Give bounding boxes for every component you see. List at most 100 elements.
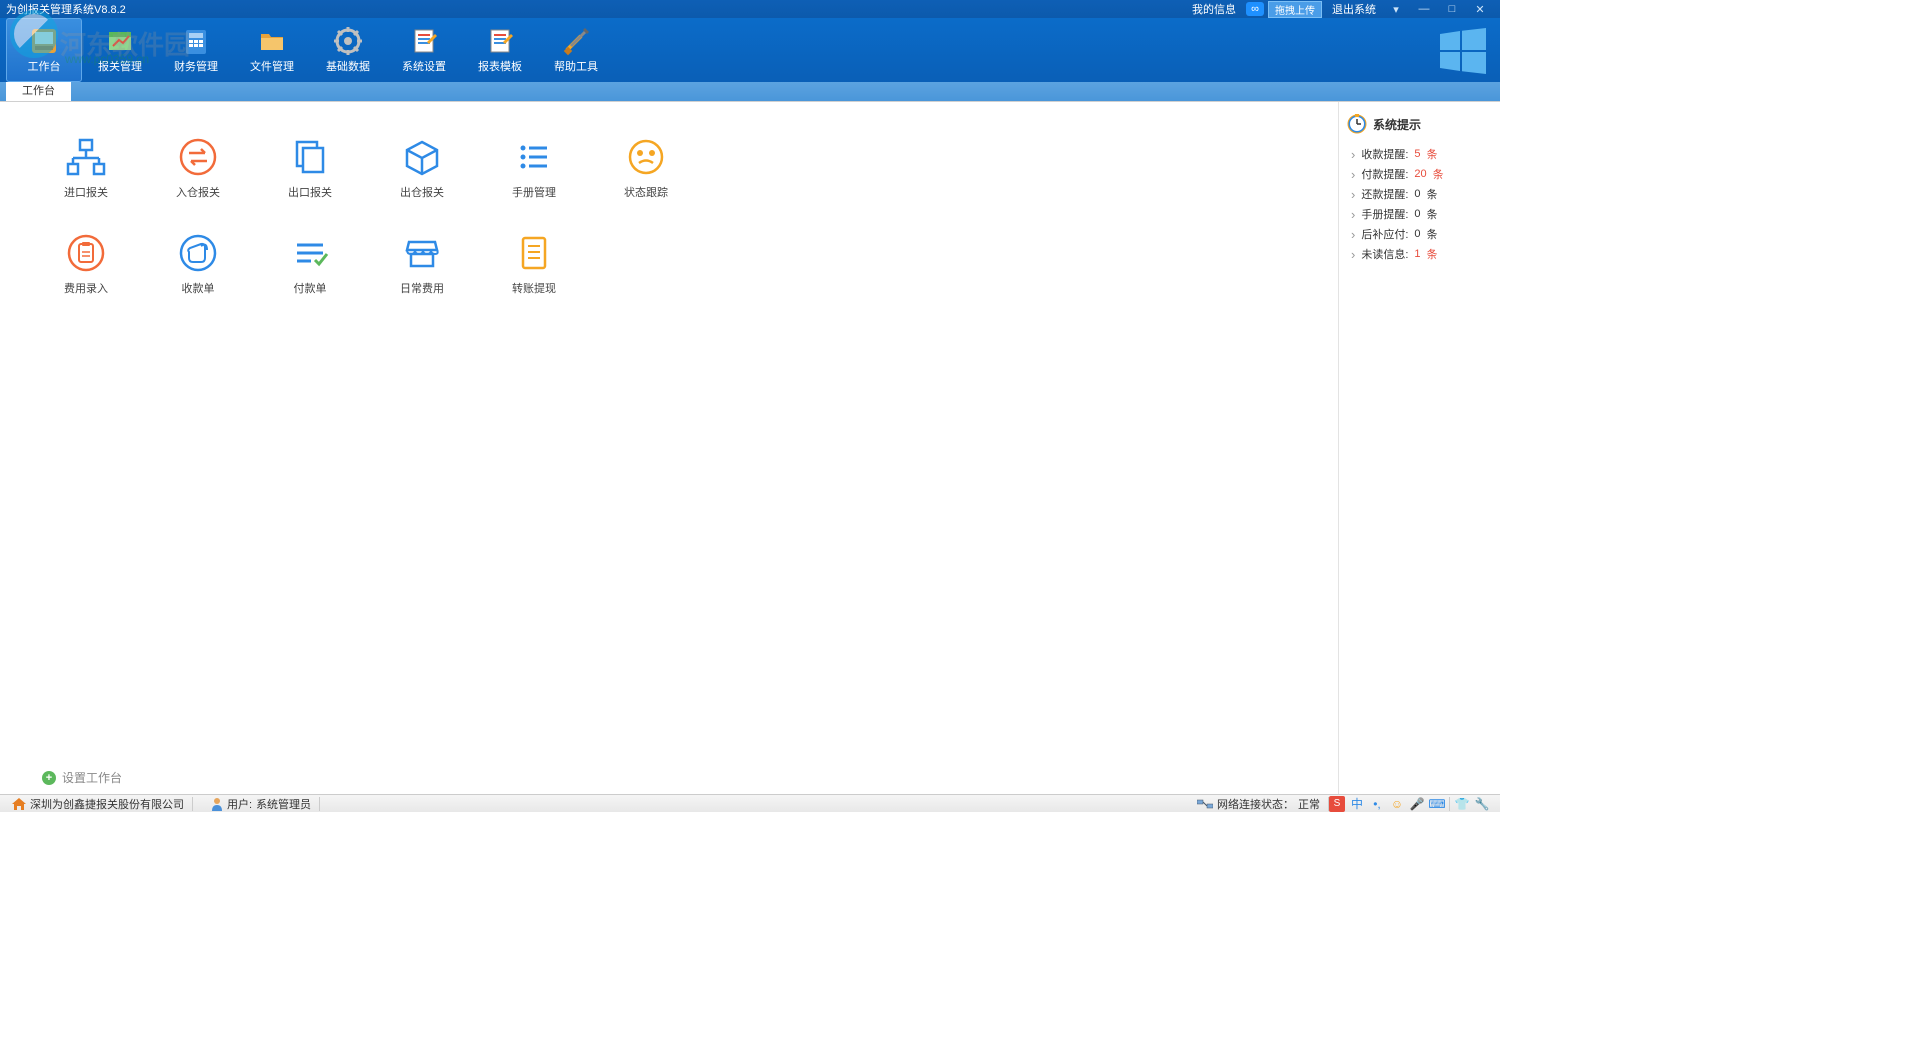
finance-mgmt-icon bbox=[181, 26, 211, 56]
grid-transfer[interactable]: 转账提现 bbox=[478, 228, 590, 320]
file-mgmt-icon bbox=[257, 26, 287, 56]
notif-unit: 条 bbox=[1427, 146, 1438, 162]
grid-payment[interactable]: 付款单 bbox=[254, 228, 366, 320]
windows-logo-icon bbox=[1440, 28, 1486, 74]
notif-unit: 条 bbox=[1433, 166, 1444, 182]
ime-mic-icon[interactable]: 🎤 bbox=[1409, 796, 1425, 812]
tab-workbench[interactable]: 工作台 bbox=[6, 79, 71, 101]
toolbar-label: 系统设置 bbox=[402, 58, 446, 74]
grid-import-customs[interactable]: 进口报关 bbox=[30, 132, 142, 224]
net-label: 网络连接状态： bbox=[1217, 796, 1294, 812]
upload-button[interactable]: 拖拽上传 bbox=[1268, 1, 1322, 18]
company-name: 深圳为创鑫捷报关股份有限公司 bbox=[30, 796, 184, 812]
cloud-icon[interactable] bbox=[1246, 2, 1264, 16]
grid-label: 日常费用 bbox=[400, 280, 444, 296]
maximize-button[interactable]: □ bbox=[1438, 2, 1466, 16]
notif-value: 0 bbox=[1414, 208, 1420, 220]
notification-item[interactable]: 未读信息:1条 bbox=[1351, 246, 1492, 262]
notification-item[interactable]: 付款提醒:20条 bbox=[1351, 166, 1492, 182]
grid-fee-entry[interactable]: 费用录入 bbox=[30, 228, 142, 320]
workspace: 进口报关 入仓报关 出口报关出仓报关 手册管理状态跟踪 费用录入 收款单 付款单 日常费用 转… bbox=[0, 102, 1338, 794]
in-warehouse-icon bbox=[177, 136, 219, 178]
notification-item[interactable]: 收款提醒: 5条 bbox=[1351, 146, 1492, 162]
grid-label: 出仓报关 bbox=[400, 184, 444, 200]
notif-value: 5 bbox=[1414, 148, 1420, 160]
ime-tool-icon[interactable]: 👕 bbox=[1454, 796, 1470, 812]
fee-entry-icon bbox=[65, 232, 107, 274]
plus-icon: + bbox=[42, 771, 56, 785]
grid-in-warehouse[interactable]: 入仓报关 bbox=[142, 132, 254, 224]
toolbar-workbench[interactable]: 工作台 bbox=[6, 18, 82, 82]
report-tpl-icon bbox=[485, 26, 515, 56]
notif-value: 0 bbox=[1414, 188, 1420, 200]
toolbar-label: 工作台 bbox=[28, 58, 61, 74]
workbench-icon bbox=[29, 26, 59, 56]
status-track-icon bbox=[625, 136, 667, 178]
notification-item[interactable]: 后补应付:0条 bbox=[1351, 226, 1492, 242]
import-customs-icon bbox=[65, 136, 107, 178]
notif-unit: 条 bbox=[1427, 206, 1438, 222]
ime-punct-icon[interactable]: •, bbox=[1369, 796, 1385, 812]
toolbar-label: 基础数据 bbox=[326, 58, 370, 74]
ime-smile-icon[interactable]: ☺ bbox=[1389, 796, 1405, 812]
transfer-icon bbox=[513, 232, 555, 274]
logout-link[interactable]: 退出系统 bbox=[1332, 1, 1376, 17]
ime-lang-icon[interactable]: 中 bbox=[1349, 796, 1365, 812]
toolbar-report-tpl[interactable]: 报表模板 bbox=[462, 18, 538, 82]
grid-manual-mgmt[interactable]: 手册管理 bbox=[478, 132, 590, 224]
notif-unit: 条 bbox=[1427, 186, 1438, 202]
grid-out-warehouse[interactable]: 出仓报关 bbox=[366, 132, 478, 224]
set-workbench-label: 设置工作台 bbox=[62, 769, 122, 786]
out-customs-icon bbox=[289, 136, 331, 178]
grid-label: 入仓报关 bbox=[176, 184, 220, 200]
grid-label: 付款单 bbox=[294, 280, 327, 296]
notif-value: 1 bbox=[1414, 248, 1420, 260]
toolbar-label: 文件管理 bbox=[250, 58, 294, 74]
grid-status-track[interactable]: 状态跟踪 bbox=[590, 132, 702, 224]
grid-daily-fee[interactable]: 日常费用 bbox=[366, 228, 478, 320]
grid-out-customs[interactable]: 出口报关 bbox=[254, 132, 366, 224]
ime-keyboard-icon[interactable]: ⌨ bbox=[1429, 796, 1445, 812]
notification-item[interactable]: 还款提醒: 0条 bbox=[1351, 186, 1492, 202]
ime-wrench-icon[interactable]: 🔧 bbox=[1474, 796, 1490, 812]
grid-label: 状态跟踪 bbox=[624, 184, 668, 200]
sidebar-title: 系统提示 bbox=[1373, 116, 1421, 133]
manual-mgmt-icon bbox=[513, 136, 555, 178]
notif-unit: 条 bbox=[1427, 246, 1438, 262]
grid-label: 收款单 bbox=[182, 280, 215, 296]
sys-settings-icon bbox=[409, 26, 439, 56]
notif-label: 手册提醒: bbox=[1361, 206, 1408, 222]
home-icon bbox=[12, 798, 26, 810]
app-title: 为创报关管理系统V8.8.2 bbox=[6, 1, 126, 17]
toolbar-file-mgmt[interactable]: 文件管理 bbox=[234, 18, 310, 82]
toolbar-base-data[interactable]: 基础数据 bbox=[310, 18, 386, 82]
notif-label: 还款提醒: bbox=[1361, 186, 1408, 202]
notif-label: 收款提醒: bbox=[1361, 146, 1408, 162]
toolbar-label: 报表模板 bbox=[478, 58, 522, 74]
toolbar-sys-settings[interactable]: 系统设置 bbox=[386, 18, 462, 82]
help-tools-icon bbox=[561, 26, 591, 56]
grid-label: 费用录入 bbox=[64, 280, 108, 296]
user-icon bbox=[211, 797, 223, 811]
ime-icon[interactable]: S bbox=[1329, 796, 1345, 812]
user-label: 用户: bbox=[227, 796, 252, 812]
daily-fee-icon bbox=[401, 232, 443, 274]
notification-item[interactable]: 手册提醒: 0条 bbox=[1351, 206, 1492, 222]
toolbar-customs-mgmt[interactable]: 报关管理 bbox=[82, 18, 158, 82]
notif-value: 20 bbox=[1414, 168, 1426, 180]
set-workbench-link[interactable]: + 设置工作台 bbox=[42, 769, 122, 786]
dropdown-icon[interactable]: ▾ bbox=[1382, 2, 1410, 16]
grid-label: 进口报关 bbox=[64, 184, 108, 200]
base-data-icon bbox=[333, 26, 363, 56]
toolbar-help-tools[interactable]: 帮助工具 bbox=[538, 18, 614, 82]
network-icon bbox=[1197, 798, 1213, 810]
toolbar-finance-mgmt[interactable]: 财务管理 bbox=[158, 18, 234, 82]
minimize-button[interactable]: — bbox=[1410, 2, 1438, 16]
sidebar: 系统提示 收款提醒:5条付款提醒:20条还款提醒:0条手册提醒:0条后补应付:0… bbox=[1338, 102, 1500, 794]
grid-label: 转账提现 bbox=[512, 280, 556, 296]
grid-receipt[interactable]: 收款单 bbox=[142, 228, 254, 320]
my-info-link[interactable]: 我的信息 bbox=[1192, 1, 1236, 17]
close-button[interactable]: ✕ bbox=[1466, 2, 1494, 16]
customs-mgmt-icon bbox=[105, 26, 135, 56]
toolbar-label: 财务管理 bbox=[174, 58, 218, 74]
